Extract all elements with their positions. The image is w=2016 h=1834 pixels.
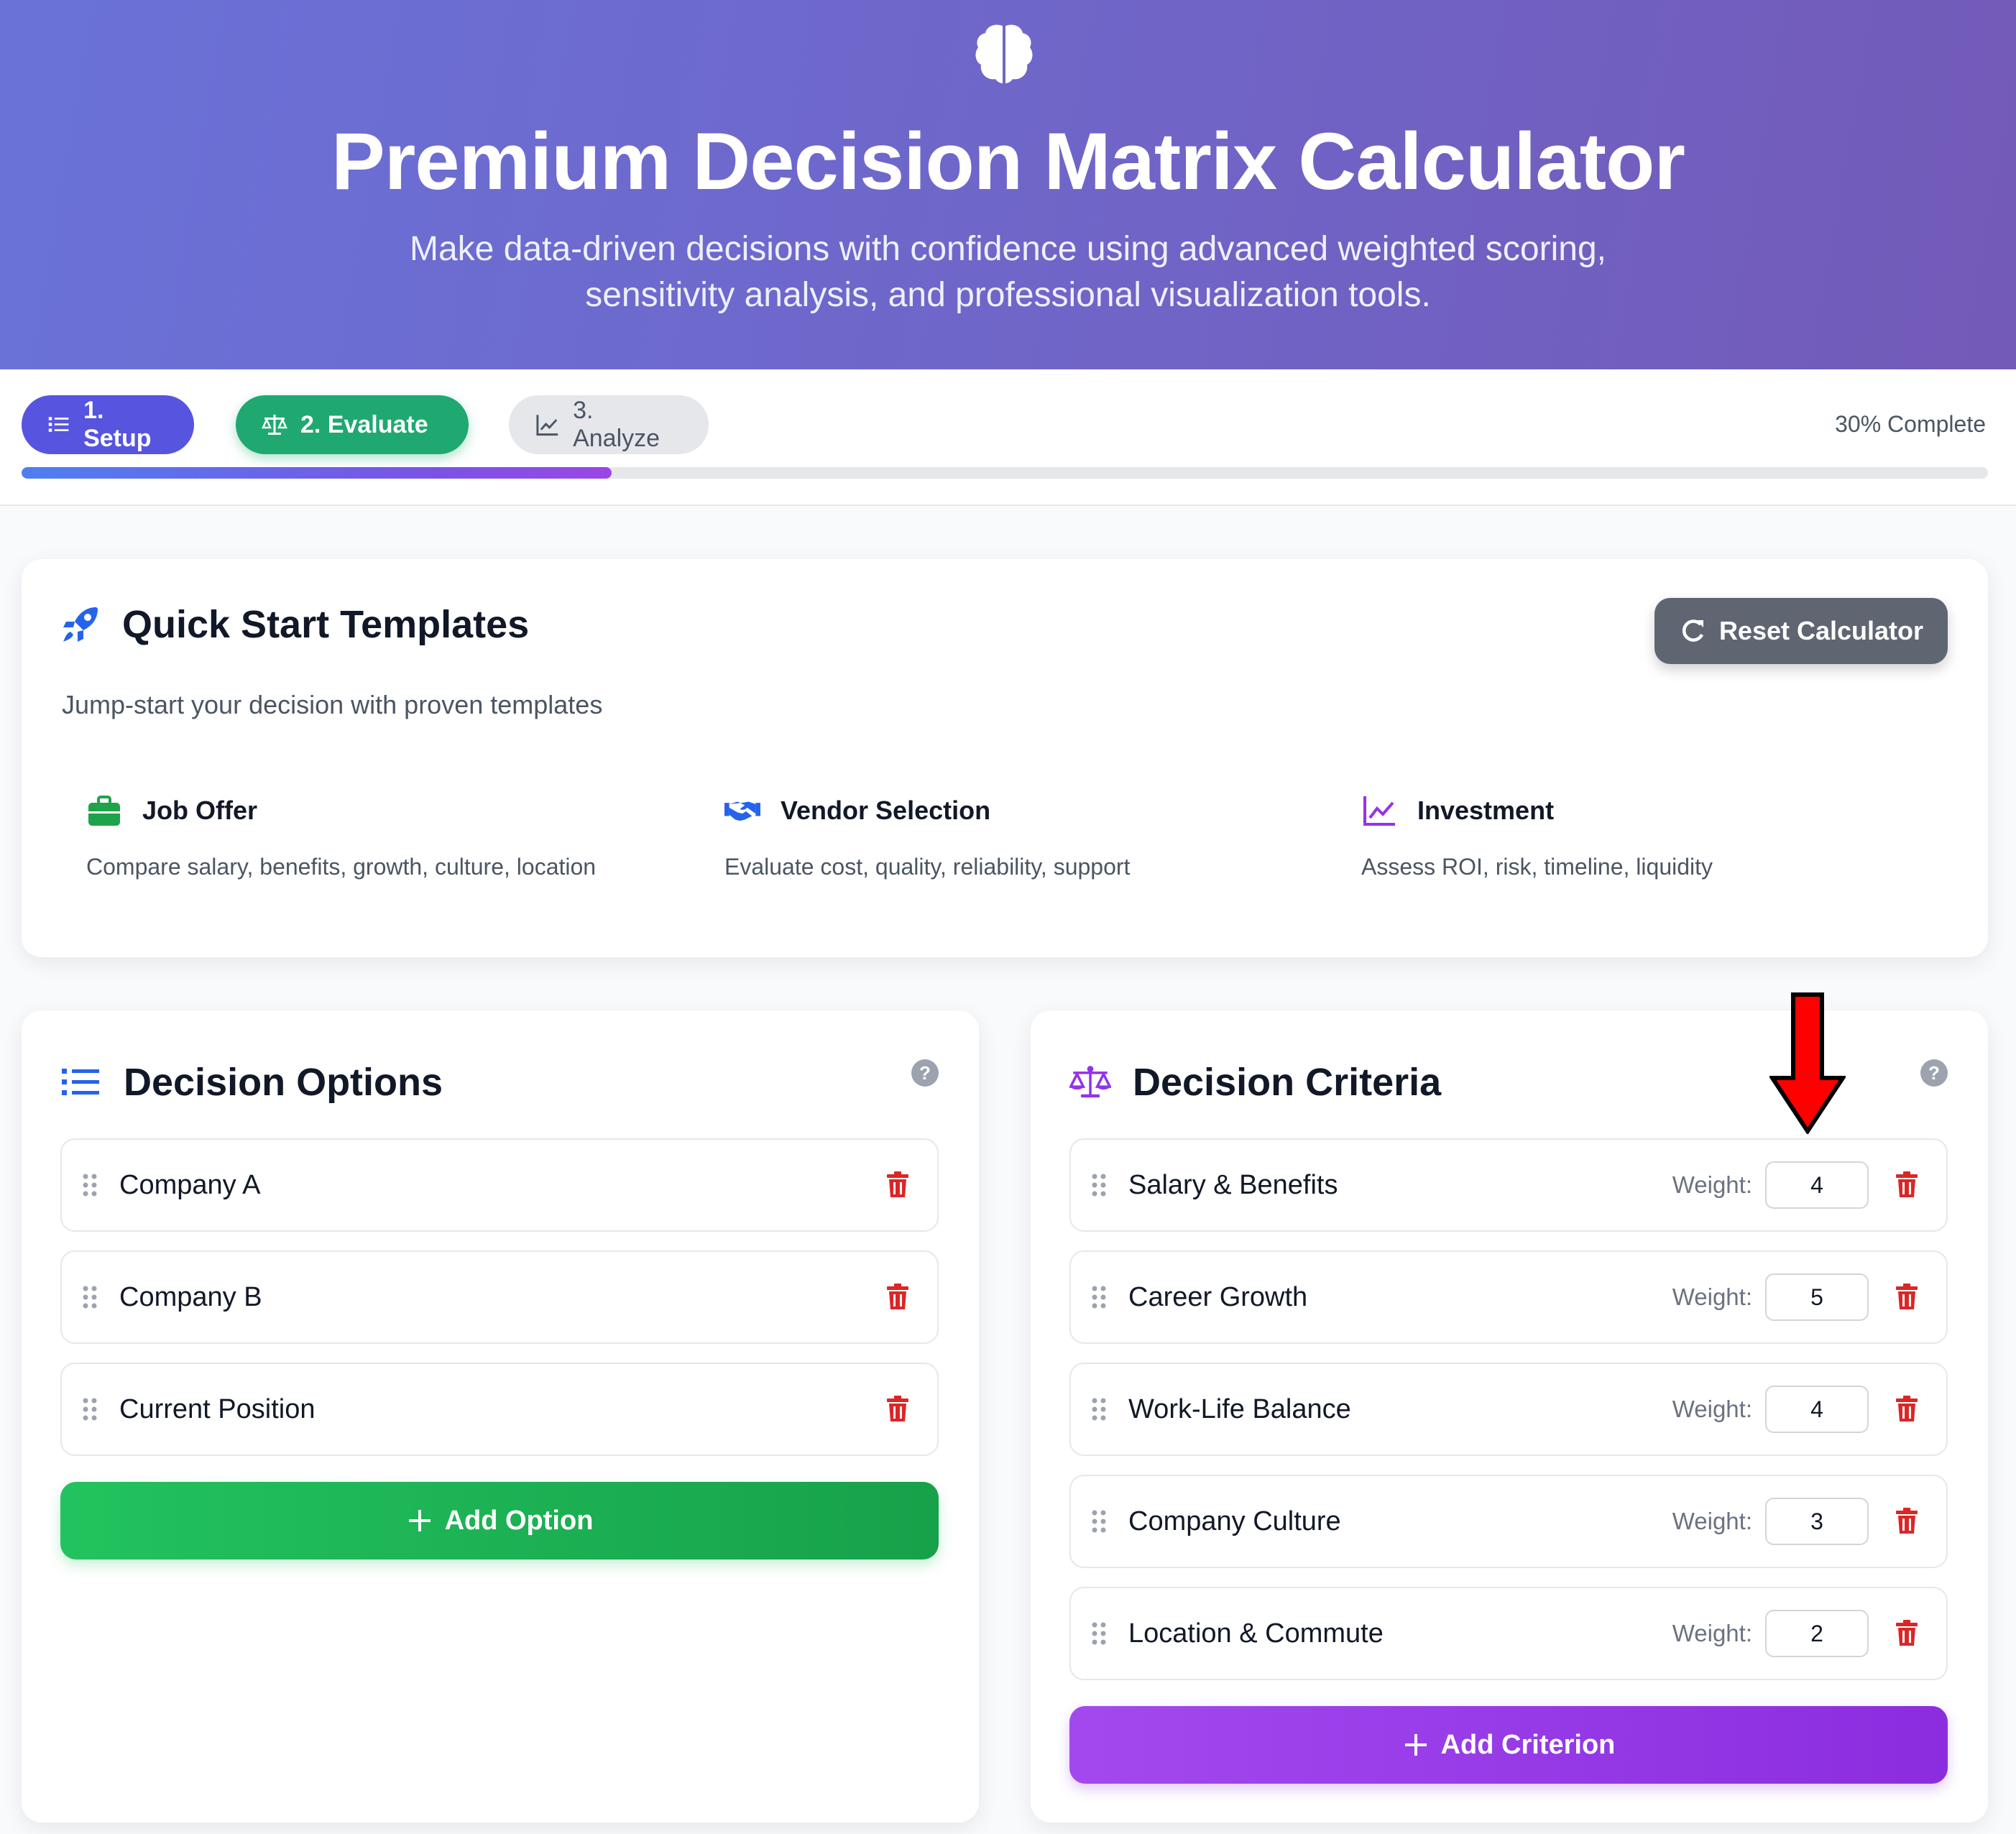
balance-scale-icon — [1069, 1066, 1111, 1098]
weight-label: Weight: — [1672, 1620, 1752, 1646]
option-row: Company B — [60, 1250, 939, 1344]
drag-handle-icon[interactable] — [1090, 1285, 1108, 1309]
list-icon — [48, 417, 69, 432]
template-vendor-selection[interactable]: Vendor Selection Evaluate cost, quality,… — [724, 789, 1314, 880]
template-investment[interactable]: Investment Assess ROI, risk, timeline, l… — [1361, 789, 1951, 880]
drag-handle-icon[interactable] — [80, 1397, 99, 1421]
template-name: Vendor Selection — [781, 796, 991, 825]
help-icon[interactable]: ? — [911, 1059, 939, 1087]
criterion-name[interactable]: Work-Life Balance — [1128, 1394, 1672, 1425]
option-name[interactable]: Company B — [119, 1282, 885, 1313]
weight-input[interactable] — [1765, 1161, 1869, 1209]
template-description: Compare salary, benefits, growth, cultur… — [86, 854, 597, 880]
weight-label: Weight: — [1672, 1284, 1752, 1310]
list-icon — [62, 1069, 99, 1095]
brain-icon — [975, 24, 1033, 83]
weight-label: Weight: — [1672, 1508, 1752, 1534]
criterion-name[interactable]: Company Culture — [1128, 1506, 1672, 1537]
criterion-name[interactable]: Career Growth — [1128, 1282, 1672, 1313]
add-option-label: Add Option — [444, 1505, 594, 1536]
criterion-row: Career Growth Weight: — [1069, 1250, 1948, 1344]
template-description: Evaluate cost, quality, reliability, sup… — [724, 854, 1131, 880]
step-nav: 1. Setup 2. Evaluate 3. Analyze 30% Comp… — [0, 369, 2016, 506]
briefcase-icon — [88, 796, 120, 826]
trash-icon[interactable] — [1895, 1284, 1919, 1311]
annotation-arrow-icon — [1769, 992, 1846, 1134]
trash-icon[interactable] — [885, 1284, 910, 1311]
trash-icon[interactable] — [1895, 1396, 1919, 1423]
weight-input[interactable] — [1765, 1610, 1869, 1657]
plus-icon — [1404, 1734, 1427, 1756]
weight-input[interactable] — [1765, 1498, 1869, 1545]
weight-label: Weight: — [1672, 1171, 1752, 1198]
template-description: Assess ROI, risk, timeline, liquidity — [1361, 854, 1713, 880]
quick-start-templates-card: Quick Start Templates Jump-start your de… — [22, 559, 1988, 957]
criterion-row: Company Culture Weight: — [1069, 1475, 1948, 1568]
progress-bar-fill — [22, 467, 612, 479]
chart-line-icon — [536, 415, 558, 436]
step-setup-tab[interactable]: 1. Setup — [22, 395, 194, 454]
trash-icon[interactable] — [1895, 1620, 1919, 1647]
rocket-icon — [63, 607, 98, 642]
option-row: Current Position — [60, 1363, 939, 1456]
redo-icon — [1682, 619, 1703, 642]
option-name[interactable]: Company A — [119, 1170, 885, 1201]
trash-icon[interactable] — [885, 1171, 910, 1199]
handshake-icon — [724, 801, 760, 821]
weight-input[interactable] — [1765, 1386, 1869, 1433]
decision-criteria-title: Decision Criteria — [1133, 1061, 1442, 1104]
add-option-button[interactable]: Add Option — [60, 1482, 939, 1559]
step-evaluate-label: 2. Evaluate — [300, 410, 428, 438]
trash-icon[interactable] — [1895, 1171, 1919, 1199]
trash-icon[interactable] — [1895, 1508, 1919, 1535]
weight-input[interactable] — [1765, 1273, 1869, 1321]
reset-calculator-label: Reset Calculator — [1718, 616, 1924, 645]
criterion-row: Work-Life Balance Weight: — [1069, 1363, 1948, 1456]
drag-handle-icon[interactable] — [1090, 1173, 1108, 1197]
template-name: Job Offer — [142, 796, 258, 825]
drag-handle-icon[interactable] — [1090, 1509, 1108, 1534]
step-evaluate-tab[interactable]: 2. Evaluate — [236, 395, 469, 454]
criterion-row: Salary & Benefits Weight: — [1069, 1138, 1948, 1232]
decision-options-card: Decision Options ? Company A Company B C… — [22, 1010, 979, 1823]
progress-bar — [22, 467, 1988, 479]
templates-title: Quick Start Templates — [122, 603, 530, 646]
step-setup-label: 1. Setup — [83, 397, 152, 452]
template-name: Investment — [1417, 796, 1555, 825]
page-subtitle: Make data-driven decisions with confiden… — [410, 230, 1606, 314]
option-row: Company A — [60, 1138, 939, 1232]
drag-handle-icon[interactable] — [80, 1173, 99, 1197]
add-criterion-button[interactable]: Add Criterion — [1069, 1706, 1948, 1784]
decision-options-title: Decision Options — [124, 1061, 443, 1104]
step-analyze-label: 3. Analyze — [573, 397, 661, 452]
template-job-offer[interactable]: Job Offer Compare salary, benefits, grow… — [86, 789, 676, 880]
criterion-name[interactable]: Salary & Benefits — [1128, 1170, 1672, 1201]
page-title: Premium Decision Matrix Calculator — [331, 116, 1685, 206]
balance-scale-icon — [262, 415, 287, 435]
chart-line-icon — [1363, 796, 1395, 826]
weight-label: Weight: — [1672, 1396, 1752, 1422]
drag-handle-icon[interactable] — [1090, 1621, 1108, 1646]
option-name[interactable]: Current Position — [119, 1394, 885, 1425]
criterion-name[interactable]: Location & Commute — [1128, 1618, 1672, 1649]
drag-handle-icon[interactable] — [1090, 1397, 1108, 1421]
drag-handle-icon[interactable] — [80, 1285, 99, 1309]
templates-subtitle: Jump-start your decision with proven tem… — [62, 690, 603, 719]
step-analyze-tab[interactable]: 3. Analyze — [509, 395, 709, 454]
trash-icon[interactable] — [885, 1396, 910, 1423]
help-icon[interactable]: ? — [1920, 1059, 1948, 1087]
hero-banner: Premium Decision Matrix Calculator Make … — [0, 0, 2016, 369]
criterion-row: Location & Commute Weight: — [1069, 1587, 1948, 1680]
plus-icon — [408, 1510, 431, 1531]
reset-calculator-button[interactable]: Reset Calculator — [1654, 598, 1948, 664]
progress-text: 30% Complete — [1835, 411, 1986, 437]
add-criterion-label: Add Criterion — [1440, 1729, 1616, 1760]
